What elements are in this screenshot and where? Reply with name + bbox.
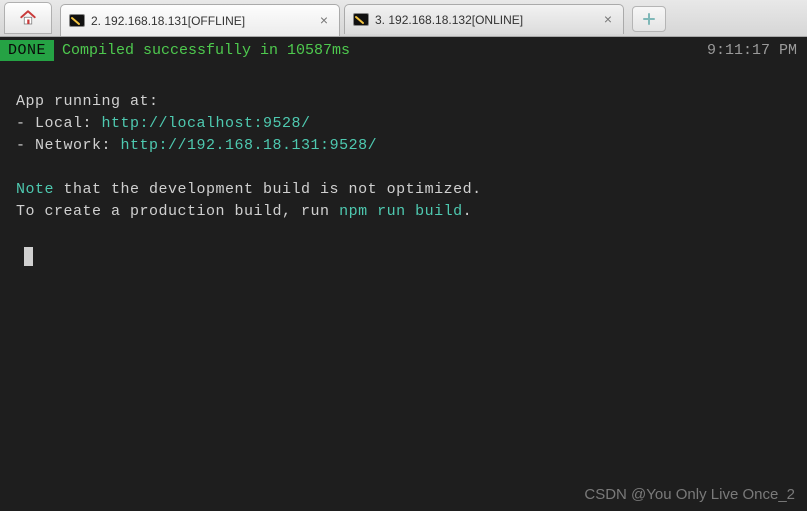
tab-1-close[interactable]: ×	[317, 14, 331, 28]
local-url: http://localhost:9528/	[102, 115, 311, 132]
network-label: - Network:	[16, 137, 121, 154]
plus-icon	[643, 13, 655, 25]
build-cmd: npm run build	[339, 203, 463, 220]
tab-2[interactable]: 3. 192.168.18.132[ONLINE] ×	[344, 4, 624, 34]
tab-1-active[interactable]: 2. 192.168.18.131[OFFLINE] ×	[60, 4, 340, 36]
tab-2-close[interactable]: ×	[601, 13, 615, 27]
note-line: Note that the development build is not o…	[16, 179, 791, 201]
compiled-message: Compiled successfully in 10587ms	[62, 42, 350, 59]
terminal-output: App running at: - Local: http://localhos…	[0, 63, 807, 266]
status-line: DONE Compiled successfully in 10587ms 9:…	[0, 37, 807, 63]
terminal-cursor	[24, 247, 33, 266]
network-url: http://192.168.18.131:9528/	[121, 137, 378, 154]
note-word: Note	[16, 181, 54, 198]
app-running-line: App running at:	[16, 91, 791, 113]
new-tab-button[interactable]	[632, 6, 666, 32]
done-badge: DONE	[0, 40, 54, 61]
build-line: To create a production build, run npm ru…	[16, 201, 791, 223]
terminal-pane[interactable]: DONE Compiled successfully in 10587ms 9:…	[0, 37, 807, 511]
home-button[interactable]	[4, 2, 52, 34]
local-url-line: - Local: http://localhost:9528/	[16, 113, 791, 135]
network-url-line: - Network: http://192.168.18.131:9528/	[16, 135, 791, 157]
tab-1-label: 2. 192.168.18.131[OFFLINE]	[91, 14, 311, 28]
local-label: - Local:	[16, 115, 102, 132]
build-pre: To create a production build, run	[16, 203, 339, 220]
clock: 9:11:17 PM	[707, 42, 799, 59]
note-rest: that the development build is not optimi…	[54, 181, 482, 198]
tab-2-label: 3. 192.168.18.132[ONLINE]	[375, 13, 595, 27]
build-post: .	[463, 203, 473, 220]
tab-bar: 2. 192.168.18.131[OFFLINE] × 3. 192.168.…	[0, 0, 807, 37]
terminal-icon	[69, 13, 85, 29]
home-icon	[19, 9, 37, 27]
terminal-icon	[353, 12, 369, 28]
watermark: CSDN @You Only Live Once_2	[584, 486, 795, 503]
